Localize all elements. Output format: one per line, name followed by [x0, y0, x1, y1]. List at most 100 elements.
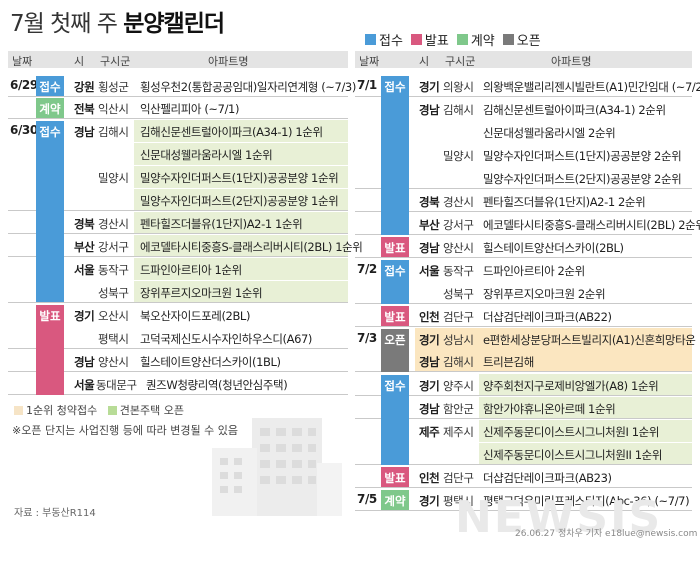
- city-cell: 검단구: [443, 471, 474, 485]
- city-cell: 김해시: [443, 355, 474, 369]
- city-cell: 오산시: [98, 309, 129, 323]
- note-swatch: [107, 406, 117, 415]
- apartment-cell: 트리븐김해: [483, 355, 534, 369]
- province-cell: 서울: [74, 263, 95, 277]
- building-illustration: [212, 418, 342, 516]
- apartment-cell: 신제주동문디이스트시그니처원I 1순위: [483, 425, 660, 439]
- province-cell: 경북: [74, 217, 95, 231]
- apartment-cell: 밀양수자인더퍼스트(1단지)공공분양 2순위: [483, 149, 682, 163]
- note-model-house: 견본주택 오픈: [119, 404, 184, 417]
- apartment-cell: 드파인아르티아 1순위: [140, 263, 242, 277]
- city-cell: 성남시: [443, 333, 474, 347]
- legend-item-open: 오픈: [502, 30, 541, 49]
- status-badge-announce: 발표: [381, 306, 409, 326]
- apartment-cell: 북오산자이드포레(2BL): [140, 309, 251, 323]
- province-cell: 경남: [74, 125, 95, 139]
- city-cell: 강서구: [98, 240, 129, 254]
- apartment-cell: 더샵검단레이크파크(AB22): [483, 310, 612, 324]
- date-label: 6/29: [10, 78, 38, 92]
- city-cell: 밀양시: [98, 171, 129, 185]
- city-cell: 성북구: [443, 287, 474, 301]
- apartment-cell: 양주회천지구로제비앙엘가(A8) 1순위: [483, 379, 659, 393]
- city-cell: 강서구: [443, 218, 474, 232]
- province-cell: 서울: [74, 378, 95, 392]
- header-date: 날짜: [359, 55, 380, 68]
- status-badge-reception: 접수: [36, 121, 64, 302]
- province-cell: 제주: [419, 425, 440, 439]
- city-cell: 경산시: [443, 195, 474, 209]
- apartment-cell: 장위푸르지오마크원 2순위: [483, 287, 606, 301]
- city-cell: 횡성군: [98, 80, 129, 94]
- province-cell: 경기: [419, 333, 440, 347]
- legend-item-announce: 발표: [410, 30, 449, 49]
- city-cell: 동대문구: [96, 378, 137, 392]
- status-badge-announce: 발표: [381, 467, 409, 487]
- legend-swatch: [410, 34, 422, 45]
- city-cell: 동작구: [443, 264, 474, 278]
- header-city: 구시군: [445, 55, 476, 68]
- legend-item-reception: 접수: [365, 30, 403, 49]
- province-cell: 전북: [74, 102, 95, 116]
- city-cell: 경산시: [98, 217, 129, 231]
- header-province: 시: [419, 55, 430, 68]
- apartment-cell: 펜타힐즈더블유(1단지)A2-1 1순위: [140, 217, 303, 231]
- province-cell: 경기: [419, 379, 440, 393]
- city-cell: 제주시: [443, 425, 474, 439]
- note-swatch: [14, 406, 23, 415]
- apartment-cell: 신문대성웰라움라시엘 1순위: [140, 148, 273, 162]
- province-cell: 인천: [419, 471, 440, 485]
- apartment-cell: 더샵검단레이크파크(AB23): [483, 471, 612, 485]
- status-badge-contract: 계약: [381, 490, 409, 510]
- apartment-cell: 신제주동문디이스트시그니처원II 1순위: [483, 448, 663, 462]
- city-cell: 양산시: [98, 355, 129, 369]
- apartment-cell: 에코델타시티중흥S-클래스리버시티(2BL) 2순위: [483, 218, 700, 232]
- status-badge-open: 오픈: [381, 329, 409, 372]
- status-badge-reception: 접수: [381, 375, 409, 465]
- province-cell: 경남: [74, 355, 95, 369]
- province-cell: 경남: [419, 241, 440, 255]
- province-cell: 경남: [419, 402, 440, 416]
- apartment-cell: 함안가야휴니온아르떼 1순위: [483, 402, 616, 416]
- title-prefix: 7월 첫째 주: [10, 11, 124, 37]
- apartment-cell: 힐스테이트양산더스카이(2BL): [483, 241, 624, 255]
- legend-label: 계약: [470, 34, 495, 49]
- apartment-cell: 고덕국제신도시수자인하우스디(A67): [140, 332, 312, 346]
- legend-item-contract: 계약: [456, 30, 495, 49]
- city-cell: 양산시: [443, 241, 474, 255]
- city-cell: 의왕시: [443, 80, 474, 94]
- legend-label: 접수: [379, 34, 403, 49]
- city-cell: 평택시: [98, 332, 129, 346]
- legend-swatch: [456, 34, 468, 45]
- province-cell: 경남: [419, 103, 440, 117]
- legend: 접수 발표 계약 오픈: [365, 30, 541, 49]
- note-legend: 1순위 청약접수 견본주택 오픈: [14, 402, 184, 418]
- apartment-cell: 드파인아르티아 2순위: [483, 264, 585, 278]
- apartment-cell: 밀양수자인더퍼스트(2단지)공공분양 1순위: [140, 194, 339, 208]
- date-label: 7/1: [357, 78, 377, 92]
- city-cell: 익산시: [98, 102, 129, 116]
- note-first-priority: 1순위 청약접수: [26, 404, 98, 417]
- city-cell: 함안군: [443, 402, 474, 416]
- province-cell: 경남: [419, 355, 440, 369]
- apartment-cell: 에코델타시티중흥S-클래스리버시티(2BL) 1순위: [140, 240, 363, 254]
- date-label: 7/3: [357, 331, 377, 345]
- province-cell: 강원: [74, 80, 95, 94]
- status-badge-reception: 접수: [36, 76, 64, 96]
- date-label: 6/30: [10, 123, 38, 137]
- source-label: 자료 : 부동산R114: [14, 508, 96, 519]
- apartment-cell: 횡성우천2(통합공공임대)일자리연계형 (~7/3): [140, 80, 356, 94]
- province-cell: 서울: [419, 264, 440, 278]
- city-cell: 김해시: [98, 125, 129, 139]
- legend-label: 오픈: [516, 34, 541, 49]
- province-cell: 부산: [74, 240, 95, 254]
- status-badge-announce: 발표: [381, 237, 409, 257]
- province-cell: 경기: [74, 309, 95, 323]
- apartment-cell: 힐스테이트양산더스카이(1BL): [140, 355, 281, 369]
- status-badge-contract: 계약: [36, 98, 64, 118]
- header-apartment: 아파트명: [551, 55, 592, 68]
- apartment-cell: e편한세상분당퍼스트빌리지(A1)신혼희망타운: [483, 333, 696, 347]
- apartment-cell: 익산펠리피아 (~7/1): [140, 102, 240, 116]
- header-city: 구시군: [100, 55, 131, 68]
- apartment-cell: 펜타힐즈더블유(1단지)A2-1 2순위: [483, 195, 646, 209]
- apartment-cell: 김해신문센트럴아이파크(A34-1) 2순위: [483, 103, 666, 117]
